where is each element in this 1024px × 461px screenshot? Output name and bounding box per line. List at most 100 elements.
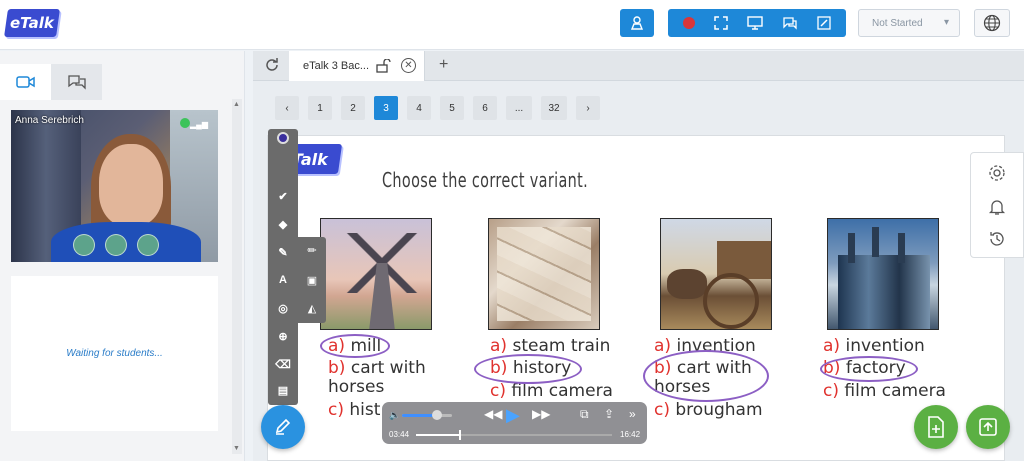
option-text: horses [328,377,385,397]
edit-icon[interactable] [816,16,831,30]
highlighter-icon[interactable]: ▣ [305,273,319,287]
page-button[interactable]: 5 [440,96,464,120]
more-icon[interactable]: » [629,407,636,421]
horse-cart-image [660,218,772,330]
annotation-circle [643,350,769,402]
etalk-logo[interactable]: eTalk [4,9,60,37]
top-bar: eTalk Not Started ▾ [0,0,1024,50]
waiting-text: Waiting for students... [66,348,163,359]
pencil-icon[interactable]: ✏ [305,243,319,257]
record-icon[interactable] [683,17,696,29]
upload-button[interactable] [966,405,1010,449]
camera-toggle-button[interactable] [105,234,127,256]
document-tab-label: eTalk 3 Bac... [303,60,370,72]
history-icon[interactable] [987,229,1007,249]
laser-icon[interactable]: ◎ [276,301,290,315]
share-icon[interactable]: ⇪ [604,407,614,421]
waiting-box: Waiting for students... [11,276,218,431]
windmill-image [320,218,432,330]
prev-page-button[interactable]: ‹ [275,96,299,120]
mic-status-icon [180,118,190,128]
option-text[interactable]: a) invention [823,336,925,356]
drawing-toolbar: ✔ ◆ ✎ A ◎ ⊕ ⌫ ▤ [268,129,298,405]
scroll-up-icon[interactable]: ▲ [233,101,240,108]
document-tab-bar: eTalk 3 Bac... ✕ + [253,51,1024,81]
page-button[interactable]: 6 [473,96,497,120]
rewind-button[interactable]: ◀◀ [484,407,502,421]
option-text[interactable]: c) brougham [654,400,763,420]
session-controls [668,9,846,37]
seek-bar[interactable] [416,430,612,440]
participant-name: Anna Serebrich [15,115,84,126]
fullscreen-video-button[interactable] [137,234,159,256]
left-panel: Anna Serebrich ▂▄▆ Waiting for students.… [0,51,245,461]
status-value: Not Started [872,17,923,29]
close-tab-icon[interactable]: ✕ [401,58,416,73]
check-icon[interactable]: ✔ [276,189,290,203]
draw-mode-button[interactable] [261,405,305,449]
pen-options: ✏ ▣ ◭ [298,237,326,323]
newspapers-image [488,218,600,330]
annotation-circle [320,334,390,358]
globe-icon [983,14,1001,32]
slide-instruction: Choose the correct variant. [382,168,589,192]
option-text[interactable]: c) hist [328,400,380,420]
option-text[interactable]: a) steam train [490,336,610,356]
screen-share-icon[interactable] [747,16,763,30]
current-page-button[interactable]: 3 [374,96,398,120]
page-navigation: ‹ 1 2 3 4 5 6 ... 32 › [275,96,600,120]
file-icon[interactable]: ▤ [276,383,290,397]
left-tabs [0,64,102,100]
teacher-icon [630,16,644,30]
option-text[interactable]: c) film camera [490,381,613,401]
status-select[interactable]: Not Started ▾ [858,9,960,37]
right-tools [970,152,1024,258]
zoom-icon[interactable]: ⊕ [276,329,290,343]
color-picker[interactable] [277,132,289,144]
pip-icon[interactable]: ⧉ [580,407,589,422]
pencil-icon [275,418,291,435]
option-text[interactable]: c) film camera [823,381,946,401]
option-text[interactable]: b) cart with [328,358,426,378]
page-button[interactable]: 1 [308,96,332,120]
teacher-button[interactable] [620,9,654,37]
settings-gear-icon[interactable] [987,163,1007,183]
video-camera-icon [15,76,35,88]
scroll-down-icon[interactable]: ▼ [233,445,240,452]
add-tab-button[interactable]: + [439,56,448,74]
left-scrollbar[interactable]: ▲ ▼ [232,99,242,454]
volume-icon[interactable]: 🔈 [389,410,400,421]
language-button[interactable] [974,9,1010,37]
chevron-down-icon: ▾ [943,17,949,28]
page-button[interactable]: 32 [541,96,567,120]
text-icon[interactable]: A [276,273,290,287]
chat-icon[interactable] [782,16,798,30]
page-button[interactable]: 4 [407,96,431,120]
unlock-icon[interactable] [376,58,392,76]
volume-slider[interactable] [402,410,452,420]
factory-image [827,218,939,330]
main-area: eTalk 3 Bac... ✕ + ‹ 1 2 3 4 5 6 ... 32 … [253,51,1024,461]
add-document-icon [928,416,944,438]
mute-button[interactable] [73,234,95,256]
fullscreen-icon[interactable] [714,16,728,30]
tab-video[interactable] [0,64,51,100]
pen-icon[interactable]: ✎ [276,245,290,259]
eraser-icon[interactable]: ◭ [305,301,319,315]
refresh-icon[interactable] [265,57,279,76]
annotation-circle [820,356,918,382]
next-page-button[interactable]: › [576,96,600,120]
annotation-circle [474,354,582,384]
clear-icon[interactable]: ⌫ [275,357,291,371]
document-tab[interactable]: eTalk 3 Bac... ✕ [289,51,425,81]
add-document-button[interactable] [914,405,958,449]
page-ellipsis[interactable]: ... [506,96,532,120]
tab-chat[interactable] [51,64,102,100]
participant-video[interactable]: Anna Serebrich ▂▄▆ [11,110,218,262]
forward-button[interactable]: ▶▶ [532,407,550,421]
signal-icon: ▂▄▆ [190,120,208,129]
bell-icon[interactable] [987,197,1007,217]
page-button[interactable]: 2 [341,96,365,120]
shapes-icon[interactable]: ◆ [276,217,290,231]
play-button[interactable]: ▶ [506,405,520,426]
